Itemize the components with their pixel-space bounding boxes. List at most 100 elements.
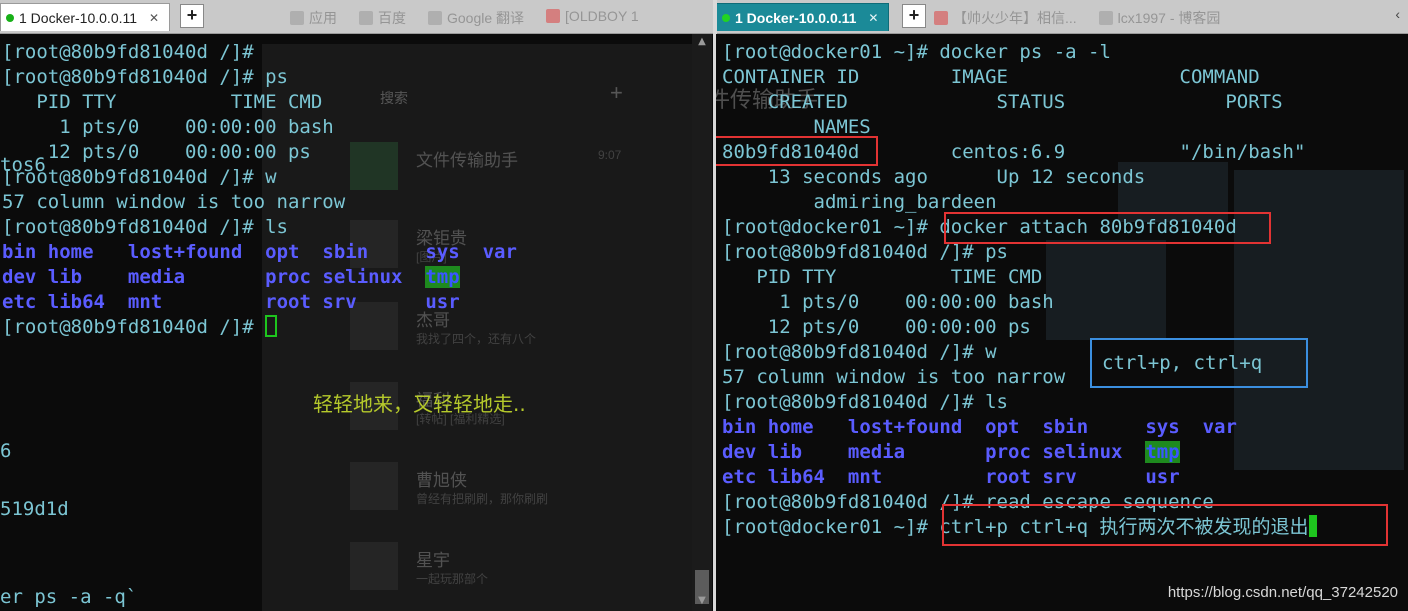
ls-entry: media [127, 266, 186, 288]
terminal-line: PID TTY TIME CMD [2, 91, 323, 113]
terminal-line: [root@80b9fd81040d /]# ls [722, 391, 1008, 413]
background-contact: 曹旭侠 曾经有把刷刷，那你刷刷 [350, 462, 650, 522]
background-add-icon: + [610, 80, 623, 105]
terminal-line: 12 pts/0 00:00:00 ps [722, 316, 1031, 338]
left-terminal-scrollbar[interactable]: ▲ ▼ [692, 34, 712, 611]
clipped-text-fragment: tos6 [0, 154, 46, 176]
overlay-caption: 轻轻地来，又轻轻地走.. [313, 392, 526, 416]
ls-entry: sbin [1042, 416, 1089, 438]
ls-entry: lost+found [127, 241, 243, 263]
ls-entry: usr [1145, 466, 1180, 488]
terminal-line: [root@80b9fd81040d /]# ps [2, 66, 288, 88]
ls-entry: mnt [847, 466, 883, 488]
ls-entry: root [265, 291, 311, 313]
terminal-line: 12 pts/0 00:00:00 ps [2, 141, 311, 163]
oldboy-icon [546, 9, 561, 23]
contact-time: 9:07 [598, 148, 622, 162]
exit-command-highlight [942, 504, 1388, 546]
right-session-tab[interactable]: 1 Docker-10.0.0.11 ✕ [716, 3, 890, 31]
ls-entry: media [847, 441, 906, 463]
ls-entry: home [767, 416, 814, 438]
clipped-text-fragment: 6 [0, 440, 12, 462]
terminal-prompt: [root@docker01 ~]# [722, 516, 940, 538]
contact-name: 曹旭侠 [416, 471, 467, 490]
ls-entry: lib [767, 441, 803, 463]
clipped-text-fragment: 519d1d [0, 498, 69, 520]
ls-entry: dev [2, 266, 37, 288]
scroll-up-icon[interactable]: ▲ [695, 36, 709, 50]
ls-entry: dev [722, 441, 757, 463]
ls-entry: tmp [1145, 441, 1180, 463]
shortcut-annotation: ctrl+p, ctrl+q [1090, 338, 1308, 388]
left-terminal-output: [root@80b9fd81040d /]# [root@80b9fd81040… [2, 40, 517, 340]
contact-preview: 曾经有把刷刷，那你刷刷 [416, 492, 549, 506]
browser-bookmarks-ghost: 应用 百度 Google 翻译 [OLDBOY 1 [290, 8, 639, 28]
background-contact: 星宇 一起玩那部个 [350, 542, 650, 602]
browser-bookmarks-ghost: 【帅火少年】相信... lcx1997 - 博客园 [934, 8, 1220, 28]
ls-entry: var [482, 241, 517, 263]
ls-output-row: bin home lost+found opt sbin sys var [2, 240, 517, 265]
bookmark-oldboy: [OLDBOY 1 [546, 8, 639, 28]
ls-entry: proc [985, 441, 1031, 463]
ls-output-row: bin home lost+found opt sbin sys var [722, 415, 1317, 440]
ls-output-row: etc lib64 mnt root srv usr [722, 465, 1317, 490]
ls-entry: lib64 [47, 291, 105, 313]
bookmark-baidu: 百度 [359, 8, 406, 28]
clipped-text-fragment: er ps -a -q` [0, 586, 138, 608]
ls-entry: sys [1145, 416, 1180, 438]
watermark: https://blog.csdn.net/qq_37242520 [1167, 584, 1398, 601]
ls-output-row: dev lib media proc selinux tmp [2, 265, 517, 290]
ls-entry: opt [985, 416, 1020, 438]
bookmark-apps: 应用 [290, 8, 337, 28]
ls-output-row: etc lib64 mnt root srv usr [2, 290, 517, 315]
connected-status-icon [6, 14, 14, 22]
close-tab-icon[interactable]: ✕ [149, 11, 159, 25]
scroll-down-icon[interactable]: ▼ [695, 595, 709, 609]
ls-entry: opt [265, 241, 300, 263]
tab-scroll-icon[interactable]: ‹ [1395, 6, 1400, 22]
connected-status-icon [722, 14, 730, 22]
attach-command-highlight [944, 212, 1271, 244]
terminal-cursor [265, 315, 278, 337]
right-session-tab-label: 1 Docker-10.0.0.11 [735, 9, 857, 26]
ls-entry: sys [425, 241, 460, 263]
shortcut-annotation-label: ctrl+p, ctrl+q [1102, 352, 1263, 374]
contact-name: 星宇 [416, 551, 450, 570]
ls-entry: bin [2, 241, 37, 263]
ls-entry: srv [1042, 466, 1077, 488]
terminal-line: CREATED STATUS PORTS [722, 91, 1283, 113]
bookmark-shuaihuo: 【帅火少年】相信... [934, 8, 1077, 28]
right-tab-bar: 1 Docker-10.0.0.11 ✕ + 【帅火少年】相信... lcx19… [716, 0, 1408, 34]
contact-preview: 一起玩那部个 [416, 572, 489, 586]
left-session-tab-label: 1 Docker-10.0.0.11 [19, 9, 138, 26]
terminal-line: 1 pts/0 00:00:00 bash [2, 116, 334, 138]
ls-entry: mnt [127, 291, 163, 313]
add-tab-button[interactable]: + [180, 4, 204, 28]
ls-entry: proc [265, 266, 311, 288]
ls-entry: lib64 [767, 466, 825, 488]
csdn-icon [934, 11, 948, 25]
right-terminal[interactable]: 文件传输助手 [root@docker01 ~]# docker ps -a -… [716, 34, 1408, 611]
terminal-line: [root@80b9fd81040d /]# ls [2, 216, 288, 238]
baidu-icon [359, 11, 373, 25]
bookmark-google-translate: Google 翻译 [428, 8, 524, 28]
left-tab-bar: 1 Docker-10.0.0.11 ✕ + 应用 百度 Google 翻译 [… [0, 0, 714, 34]
left-session-tab[interactable]: 1 Docker-10.0.0.11 ✕ [0, 3, 171, 31]
terminal-line: 57 column window is too narrow [2, 191, 346, 213]
terminal-line: PID TTY TIME CMD [722, 266, 1043, 288]
ls-entry: bin [722, 416, 757, 438]
terminal-line: [root@80b9fd81040d /]# w [2, 166, 277, 188]
terminal-line: CONTAINER ID IMAGE COMMAND [722, 66, 1260, 88]
right-terminal-output: [root@docker01 ~]# docker ps -a -l CONTA… [722, 40, 1317, 540]
close-tab-icon[interactable]: ✕ [868, 11, 878, 25]
cnblogs-icon [1098, 11, 1113, 25]
ls-entry: home [47, 241, 94, 263]
ls-entry: sbin [322, 241, 369, 263]
terminal-line: [root@80b9fd81040d /]# [2, 41, 254, 63]
ls-entry: etc [722, 466, 757, 488]
ls-entry: selinux [322, 266, 403, 288]
container-id-highlight [716, 136, 878, 166]
left-terminal[interactable]: 搜索 + 文件传输助手 9:07 梁钜贵 [图片] 杰哥 我找了四个，还有八个 … [0, 34, 714, 611]
add-tab-button[interactable]: + [902, 4, 926, 28]
ls-entry: lib [47, 266, 83, 288]
